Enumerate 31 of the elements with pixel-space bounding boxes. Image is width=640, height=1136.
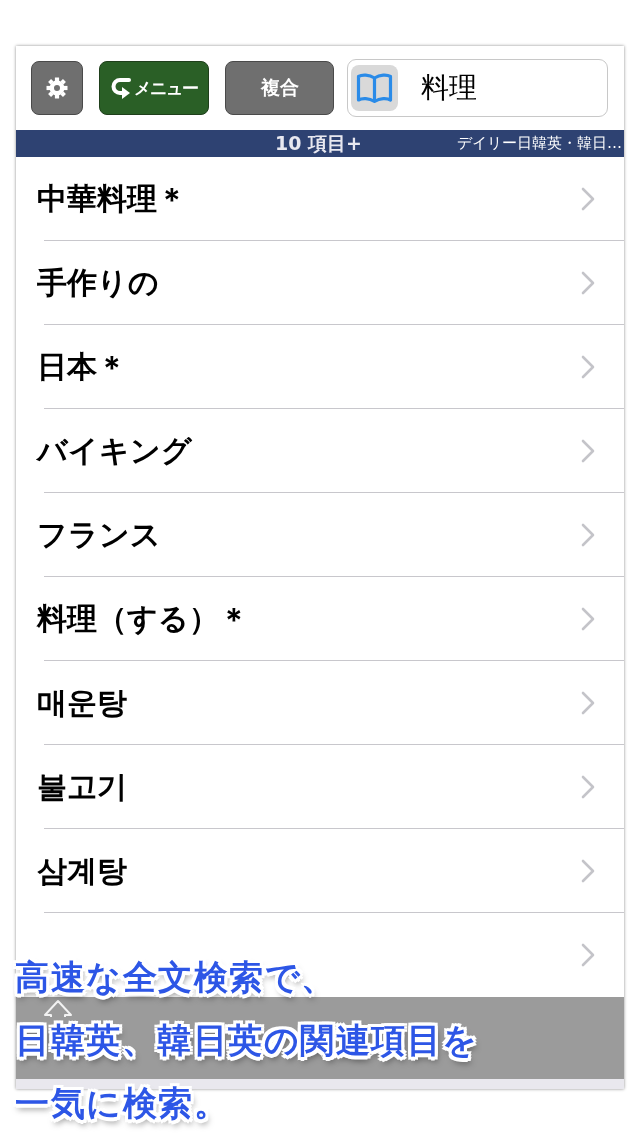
result-row[interactable]: 삼계탕 [16,829,624,913]
result-row[interactable]: 매운탕 [16,661,624,745]
result-row[interactable]: バイキング [16,409,624,493]
dictionary-name: デイリー日韓英・韓日… [457,134,622,153]
caption-line: 高速な全文検索で、 [15,956,337,998]
chevron-icon [581,523,595,547]
menu-button[interactable]: メニュー [99,61,209,115]
chevron-icon [581,943,595,967]
u-turn-arrow-icon [110,76,132,100]
settings-button[interactable] [31,61,83,115]
book-icon [351,65,398,111]
chevron-icon [581,187,595,211]
result-row[interactable]: 料理（する）＊ [16,577,624,661]
chevron-icon [581,271,595,295]
caption-line: 一気に検索。 [15,1082,229,1124]
chevron-icon [581,859,595,883]
result-row[interactable]: 日本＊ [16,325,624,409]
chevron-icon [581,775,595,799]
result-row[interactable]: フランス [16,493,624,577]
result-row[interactable]: 불고기 [16,745,624,829]
gear-icon [45,76,69,100]
search-field[interactable]: 料理 [347,59,608,117]
chevron-icon [581,607,595,631]
result-row[interactable]: 手作りの [16,241,624,325]
combine-button[interactable]: 複合 [225,61,334,115]
caption-line: 日韓英、韓日英の関連項目を [15,1019,479,1061]
chevron-icon [581,691,595,715]
chevron-icon [581,355,595,379]
chevron-icon [581,439,595,463]
result-row[interactable]: 中華料理＊ [16,157,624,241]
item-count: 10 項目+ [275,130,362,156]
